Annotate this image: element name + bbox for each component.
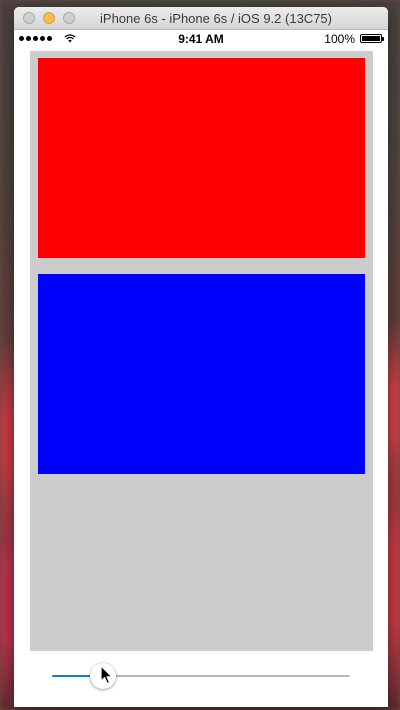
ios-status-bar: 9:41 AM 100% (14, 30, 388, 48)
window-titlebar[interactable]: iPhone 6s - iPhone 6s / iOS 9.2 (13C75) (14, 7, 388, 30)
gray-container-view (30, 51, 373, 651)
slider[interactable] (52, 661, 350, 691)
window-controls (23, 12, 75, 24)
simulator-window: iPhone 6s - iPhone 6s / iOS 9.2 (13C75) … (14, 7, 388, 707)
mouse-pointer-icon (100, 665, 113, 685)
close-window-button[interactable] (23, 12, 35, 24)
app-content-area (14, 48, 388, 707)
zoom-window-button[interactable] (63, 12, 75, 24)
blue-view (38, 274, 365, 474)
red-view (38, 58, 365, 258)
battery-icon (360, 34, 384, 43)
minimize-window-button[interactable] (43, 12, 55, 24)
battery-percent: 100% (324, 32, 355, 46)
